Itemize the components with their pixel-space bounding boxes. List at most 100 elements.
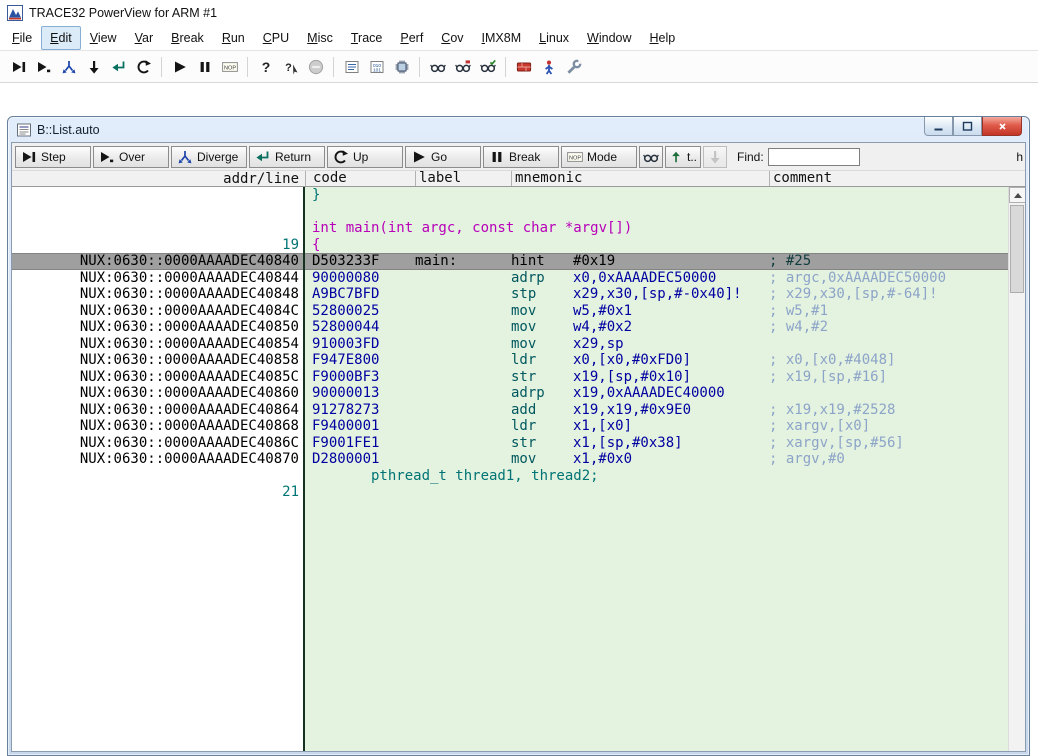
mnemonic-cell: add bbox=[511, 401, 537, 418]
menu-view[interactable]: View bbox=[81, 26, 126, 50]
list-row-source[interactable] bbox=[12, 204, 1008, 221]
label-cell bbox=[415, 418, 511, 435]
menu-run[interactable]: Run bbox=[213, 26, 254, 50]
address-cell: NUX:0630::0000AAAADEC40850 bbox=[79, 319, 299, 335]
button-label: t.. bbox=[686, 149, 697, 164]
list-row-source[interactable]: 19 { bbox=[12, 237, 1008, 254]
break-icon[interactable] bbox=[192, 55, 217, 79]
breakpoint-list-icon[interactable] bbox=[511, 55, 536, 79]
list-icon[interactable] bbox=[339, 55, 364, 79]
watch-var-icon[interactable] bbox=[450, 55, 475, 79]
comment-cell bbox=[769, 385, 1008, 402]
top-button[interactable]: t.. bbox=[665, 145, 701, 168]
menu-cpu[interactable]: CPU bbox=[254, 26, 298, 50]
list-row-source[interactable]: int main(int argc, const char *argv[]) bbox=[12, 220, 1008, 237]
state-icon[interactable] bbox=[536, 55, 561, 79]
watch-icon[interactable] bbox=[425, 55, 450, 79]
list-row-source[interactable]: } bbox=[12, 187, 1008, 204]
list-row-asm[interactable]: NUX:0630::0000AAAADEC40848 A9BC7BFD stp x29… bbox=[12, 286, 1008, 303]
opcode-bytes-cell: 52800025 bbox=[312, 302, 380, 319]
list-row-asm[interactable]: NUX:0630::0000AAAADEC4086C F9001FE1 str x1,… bbox=[12, 435, 1008, 452]
watch-edit-icon[interactable] bbox=[475, 55, 500, 79]
list-row-asm[interactable]: NUX:0630::0000AAAADEC40844 90000080 adrp x0… bbox=[12, 270, 1008, 287]
list-row-asm[interactable]: NUX:0630::0000AAAADEC40840 D503233F main: h… bbox=[12, 253, 1008, 270]
stop-icon[interactable] bbox=[303, 55, 328, 79]
diverge-button[interactable]: Diverge bbox=[171, 145, 247, 168]
list-row-asm[interactable]: NUX:0630::0000AAAADEC40860 90000013 adrp x1… bbox=[12, 385, 1008, 402]
list-row-asm[interactable]: NUX:0630::0000AAAADEC40870 D2800001 mov x1,… bbox=[12, 451, 1008, 468]
main-toolbar: NOP?? 010 101 bbox=[0, 51, 1038, 83]
up-button[interactable]: Up bbox=[327, 145, 403, 168]
operands-cell: x29,sp bbox=[573, 335, 624, 352]
menu-edit[interactable]: Edit bbox=[41, 25, 81, 50]
list-row-asm[interactable]: NUX:0630::0000AAAADEC40850 52800044 mov w4,… bbox=[12, 319, 1008, 336]
menu-cov[interactable]: Cov bbox=[432, 26, 472, 50]
context-help-icon[interactable]: ? bbox=[278, 55, 303, 79]
menu-linux[interactable]: Linux bbox=[530, 26, 578, 50]
break-button[interactable]: Break bbox=[483, 145, 559, 168]
vertical-scrollbar[interactable] bbox=[1008, 187, 1025, 751]
operands-cell: x29,x30,[sp,#-0x40]! bbox=[573, 286, 742, 302]
mode-icon[interactable]: NOP bbox=[217, 55, 242, 79]
app-titlebar[interactable]: TRACE32 PowerView for ARM #1 bbox=[0, 0, 1038, 25]
chip-icon[interactable] bbox=[389, 55, 414, 79]
go-icon[interactable] bbox=[167, 55, 192, 79]
opcode-bytes-cell: D2800001 bbox=[312, 451, 380, 467]
maximize-button[interactable] bbox=[953, 117, 982, 136]
menu-perf[interactable]: Perf bbox=[391, 26, 432, 50]
watch-button[interactable] bbox=[639, 145, 663, 168]
return-button[interactable]: Return bbox=[249, 145, 325, 168]
operands-cell: x0,0xAAAADEC50000 bbox=[573, 269, 717, 286]
menu-imx8m[interactable]: IMX8M bbox=[473, 26, 531, 50]
scroll-up-button[interactable] bbox=[1009, 187, 1025, 203]
menu-break[interactable]: Break bbox=[162, 26, 213, 50]
mnemonic-cell: mov bbox=[511, 451, 537, 467]
find-input[interactable] bbox=[767, 147, 860, 166]
list-row-asm[interactable]: NUX:0630::0000AAAADEC40864 91278273 add x19… bbox=[12, 402, 1008, 419]
step-over-icon[interactable] bbox=[31, 55, 56, 79]
comment-cell: ; xargv,[sp,#56] bbox=[769, 434, 904, 451]
return-icon[interactable] bbox=[106, 55, 131, 79]
menu-var[interactable]: Var bbox=[126, 26, 163, 50]
list-row-asm[interactable]: NUX:0630::0000AAAADEC40854 910003FD mov x29… bbox=[12, 336, 1008, 353]
window-controls bbox=[924, 117, 1022, 136]
list-row-asm[interactable]: NUX:0630::0000AAAADEC4084C 52800025 mov w5,… bbox=[12, 303, 1008, 320]
list-row-asm[interactable]: NUX:0630::0000AAAADEC4085C F9000BF3 str x19… bbox=[12, 369, 1008, 386]
close-button[interactable] bbox=[982, 117, 1022, 136]
over-button[interactable]: Over bbox=[93, 145, 169, 168]
menu-file[interactable]: File bbox=[3, 26, 41, 50]
step-icon[interactable] bbox=[6, 55, 31, 79]
menu-trace[interactable]: Trace bbox=[342, 26, 392, 50]
list-row-asm[interactable]: NUX:0630::0000AAAADEC40868 F9400001 ldr x1,… bbox=[12, 418, 1008, 435]
clipped-control[interactable]: h bbox=[1016, 150, 1023, 164]
disassembly-listing: addr/line code label mnemonic comment } int m… bbox=[12, 170, 1025, 751]
button-label: Up bbox=[353, 149, 369, 164]
run-down-icon[interactable] bbox=[81, 55, 106, 79]
tools-icon[interactable] bbox=[561, 55, 586, 79]
source-cell: int main(int argc, const char *argv[]) bbox=[312, 220, 633, 236]
line-number-cell: 19 bbox=[282, 236, 299, 253]
minimize-button[interactable] bbox=[924, 117, 953, 136]
step-button[interactable]: Step bbox=[15, 145, 91, 168]
list-window-titlebar[interactable]: B::List.auto bbox=[8, 117, 1029, 142]
up-icon[interactable] bbox=[131, 55, 156, 79]
step-diverge-icon[interactable] bbox=[56, 55, 81, 79]
help-icon[interactable]: ? bbox=[253, 55, 278, 79]
mnemonic-cell: ldr bbox=[511, 418, 537, 434]
menu-help[interactable]: Help bbox=[641, 26, 685, 50]
button-label: Go bbox=[431, 149, 448, 164]
list-row-source[interactable]: pthread_t thread1, thread2; bbox=[12, 468, 1008, 485]
down-disabled-button[interactable] bbox=[703, 145, 727, 168]
go-button[interactable]: Go bbox=[405, 145, 481, 168]
dump-icon[interactable]: 010 101 bbox=[364, 55, 389, 79]
list-row-source[interactable]: 21 bbox=[12, 484, 1008, 501]
menu-window[interactable]: Window bbox=[578, 26, 640, 50]
list-window-icon bbox=[16, 122, 32, 138]
mode-button[interactable]: NOP Mode bbox=[561, 145, 637, 168]
scroll-thumb[interactable] bbox=[1010, 205, 1024, 293]
column-divider[interactable] bbox=[303, 187, 305, 751]
toolbar-separator bbox=[161, 56, 162, 77]
menu-misc[interactable]: Misc bbox=[298, 26, 342, 50]
address-cell: NUX:0630::0000AAAADEC4085C bbox=[79, 368, 299, 385]
list-row-asm[interactable]: NUX:0630::0000AAAADEC40858 F947E800 ldr x0,… bbox=[12, 352, 1008, 369]
